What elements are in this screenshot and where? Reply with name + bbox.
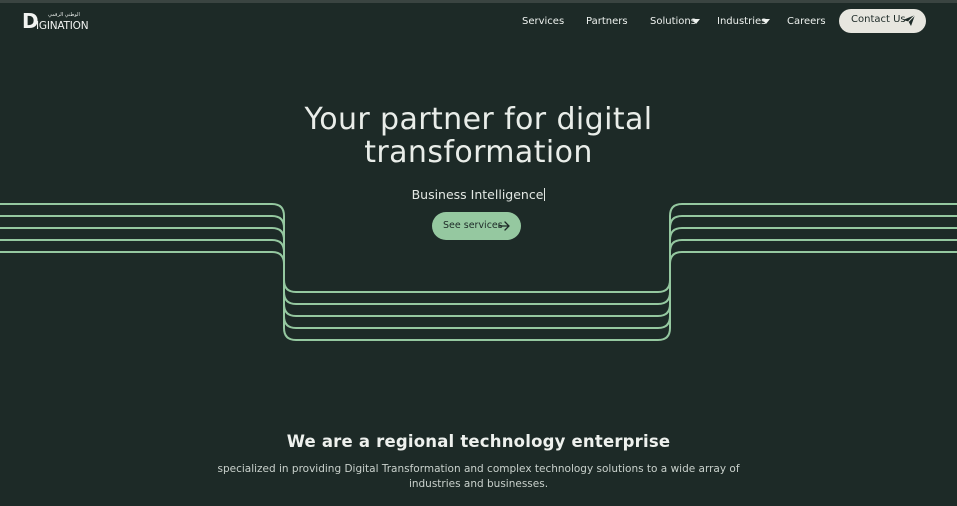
site-header: D الوطني الرقمي IGINATION Services Partn… bbox=[0, 3, 957, 43]
nav-item-partners[interactable]: Partners bbox=[586, 15, 628, 29]
typing-text: Business Intelligence bbox=[0, 187, 957, 202]
nav-item-industries[interactable]: Industries bbox=[717, 15, 766, 29]
chevron-down-icon[interactable] bbox=[692, 19, 700, 24]
nav-item-services[interactable]: Services bbox=[522, 15, 564, 29]
contact-us-label: Contact Us bbox=[851, 14, 906, 25]
nav-item-solutions[interactable]: Solutions bbox=[650, 15, 696, 29]
send-icon bbox=[903, 14, 916, 26]
about-title: We are a regional technology enterprise bbox=[286, 432, 671, 451]
decorative-line bbox=[0, 239, 957, 329]
arrow-right-icon bbox=[498, 221, 510, 231]
see-services-button[interactable]: See services bbox=[432, 212, 521, 240]
typing-cursor bbox=[544, 188, 546, 201]
about-text: specialized in providing Digital Transfo… bbox=[217, 463, 740, 490]
contact-us-button[interactable]: Contact Us bbox=[839, 9, 926, 33]
hero-title-line-2: transformation bbox=[364, 135, 593, 170]
nav-item-careers[interactable]: Careers bbox=[787, 15, 826, 29]
hero-title-line-1: Your partner for digital bbox=[304, 102, 653, 137]
decorative-line bbox=[0, 251, 957, 341]
decorative-lines bbox=[0, 203, 957, 341]
chevron-down-icon[interactable] bbox=[762, 19, 770, 24]
main-nav: Services Partners Solutions Industries C… bbox=[0, 15, 957, 31]
decorative-line bbox=[0, 227, 957, 317]
typing-word: Business Intelligence bbox=[411, 187, 544, 202]
see-services-label: See services bbox=[443, 220, 503, 231]
hero-title: Your partner for digital transformation bbox=[0, 103, 957, 169]
